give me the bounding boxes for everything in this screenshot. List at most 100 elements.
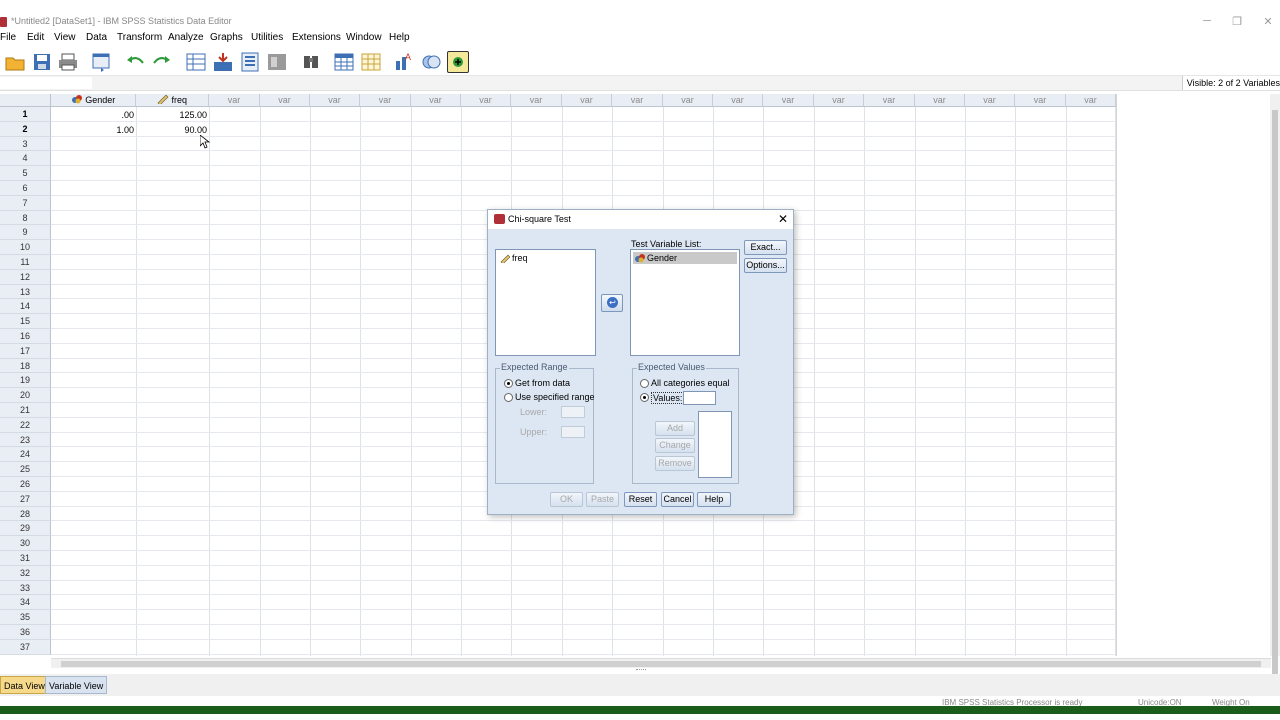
column-header-var[interactable]: var (411, 94, 461, 107)
cell-freq-row2[interactable]: 90.00 (136, 123, 209, 137)
add-button[interactable]: Add (655, 421, 695, 436)
column-header-var[interactable]: var (562, 94, 612, 107)
menu-data[interactable]: Data (86, 32, 107, 43)
expected-value-input[interactable] (683, 391, 716, 405)
row-header[interactable]: 22 (0, 417, 51, 433)
goto-variable-icon[interactable] (212, 51, 234, 73)
vertical-scroll-thumb[interactable] (1272, 110, 1278, 690)
column-header-var[interactable]: var (511, 94, 562, 107)
menu-utilities[interactable]: Utilities (251, 32, 283, 43)
row-header[interactable]: 24 (0, 447, 51, 463)
row-header[interactable]: 27 (0, 491, 51, 507)
lower-input[interactable] (561, 406, 585, 418)
column-header-var[interactable]: var (260, 94, 310, 107)
row-header[interactable]: 16 (0, 329, 51, 344)
row-header[interactable]: 32 (0, 565, 51, 581)
test-variable-list[interactable]: Gender (630, 249, 740, 356)
undo-icon[interactable] (124, 51, 146, 73)
row-header[interactable]: 26 (0, 477, 51, 492)
menu-view[interactable]: View (54, 32, 76, 43)
split-file-icon[interactable]: A (393, 51, 415, 73)
column-header-var[interactable]: var (310, 94, 360, 107)
print-icon[interactable] (57, 51, 79, 73)
list-item[interactable]: Gender (633, 252, 737, 264)
column-header-var[interactable]: var (864, 94, 915, 107)
exact-button[interactable]: Exact... (744, 240, 787, 255)
variables-icon[interactable] (239, 51, 261, 73)
list-item[interactable]: freq (498, 252, 528, 264)
column-header-var[interactable]: var (713, 94, 763, 107)
values-radio[interactable] (640, 393, 649, 402)
row-header[interactable]: 6 (0, 181, 51, 196)
get-from-data-label[interactable]: Get from data (515, 378, 570, 388)
source-variable-list[interactable]: freq (495, 249, 596, 356)
open-icon[interactable] (4, 51, 26, 73)
column-header-var[interactable]: var (763, 94, 814, 107)
row-header[interactable]: 15 (0, 314, 51, 329)
row-header[interactable]: 1 (0, 107, 51, 122)
column-header-var[interactable]: var (461, 94, 511, 107)
cell-gender-row2[interactable]: 1.00 (51, 123, 136, 137)
close-window-button[interactable]: ✕ (1261, 15, 1275, 28)
row-header[interactable]: 7 (0, 195, 51, 211)
row-header[interactable]: 35 (0, 610, 51, 625)
run-descriptives-icon[interactable] (266, 51, 288, 73)
row-header[interactable]: 12 (0, 269, 51, 285)
find-icon[interactable] (300, 51, 322, 73)
restore-button[interactable]: ❐ (1230, 15, 1244, 28)
row-header[interactable]: 25 (0, 462, 51, 477)
cell-freq-row1[interactable]: 125.00 (136, 108, 209, 122)
menu-help[interactable]: Help (389, 32, 410, 43)
column-header-var[interactable]: var (360, 94, 411, 107)
cell-gender-row1[interactable]: .00 (51, 108, 136, 122)
row-header[interactable]: 20 (0, 388, 51, 403)
menu-extensions[interactable]: Extensions (292, 32, 341, 43)
insert-variable-icon[interactable] (360, 51, 382, 73)
row-header[interactable]: 11 (0, 255, 51, 270)
paste-button[interactable]: Paste (586, 492, 619, 507)
column-header-var[interactable]: var (1015, 94, 1066, 107)
row-header[interactable]: 13 (0, 284, 51, 300)
column-header-var[interactable]: var (663, 94, 713, 107)
row-header[interactable]: 2 (0, 121, 51, 137)
tab-data-view[interactable]: Data View (0, 676, 49, 694)
menu-file[interactable]: File (0, 32, 16, 43)
column-header-var[interactable]: var (1066, 94, 1116, 107)
menu-analyze[interactable]: Analyze (168, 32, 204, 43)
row-header[interactable]: 31 (0, 551, 51, 566)
minimize-button[interactable]: ─ (1200, 15, 1214, 27)
row-header[interactable]: 10 (0, 240, 51, 255)
remove-button[interactable]: Remove (655, 456, 695, 471)
use-sets-icon[interactable] (447, 51, 469, 73)
change-button[interactable]: Change (655, 438, 695, 453)
row-header[interactable]: 19 (0, 373, 51, 389)
column-header-var[interactable]: var (814, 94, 864, 107)
row-header[interactable]: 9 (0, 225, 51, 241)
horizontal-scroll-thumb[interactable] (61, 661, 1261, 667)
menu-window[interactable]: Window (346, 32, 382, 43)
menu-graphs[interactable]: Graphs (210, 32, 243, 43)
row-header[interactable]: 8 (0, 210, 51, 226)
recall-dialog-icon[interactable] (91, 51, 113, 73)
help-button[interactable]: Help (697, 492, 731, 507)
grid-corner[interactable] (0, 94, 51, 107)
goto-case-icon[interactable] (185, 51, 207, 73)
use-specified-range-radio[interactable] (504, 393, 513, 402)
tab-variable-view[interactable]: Variable View (45, 676, 108, 694)
menu-transform[interactable]: Transform (117, 32, 162, 43)
cancel-button[interactable]: Cancel (661, 492, 694, 507)
row-header[interactable]: 3 (0, 136, 51, 152)
expected-values-list[interactable] (698, 411, 732, 478)
reset-button[interactable]: Reset (624, 492, 657, 507)
get-from-data-radio[interactable] (504, 379, 513, 388)
row-header[interactable]: 21 (0, 403, 51, 418)
column-header-var[interactable]: var (209, 94, 260, 107)
column-header-var[interactable]: var (612, 94, 663, 107)
row-header[interactable]: 29 (0, 521, 51, 537)
menu-edit[interactable]: Edit (27, 32, 44, 43)
row-header[interactable]: 4 (0, 151, 51, 167)
row-header[interactable]: 17 (0, 343, 51, 359)
dialog-close-button[interactable]: ✕ (778, 212, 788, 226)
upper-input[interactable] (561, 426, 585, 438)
column-header-freq[interactable]: freq (136, 94, 209, 107)
